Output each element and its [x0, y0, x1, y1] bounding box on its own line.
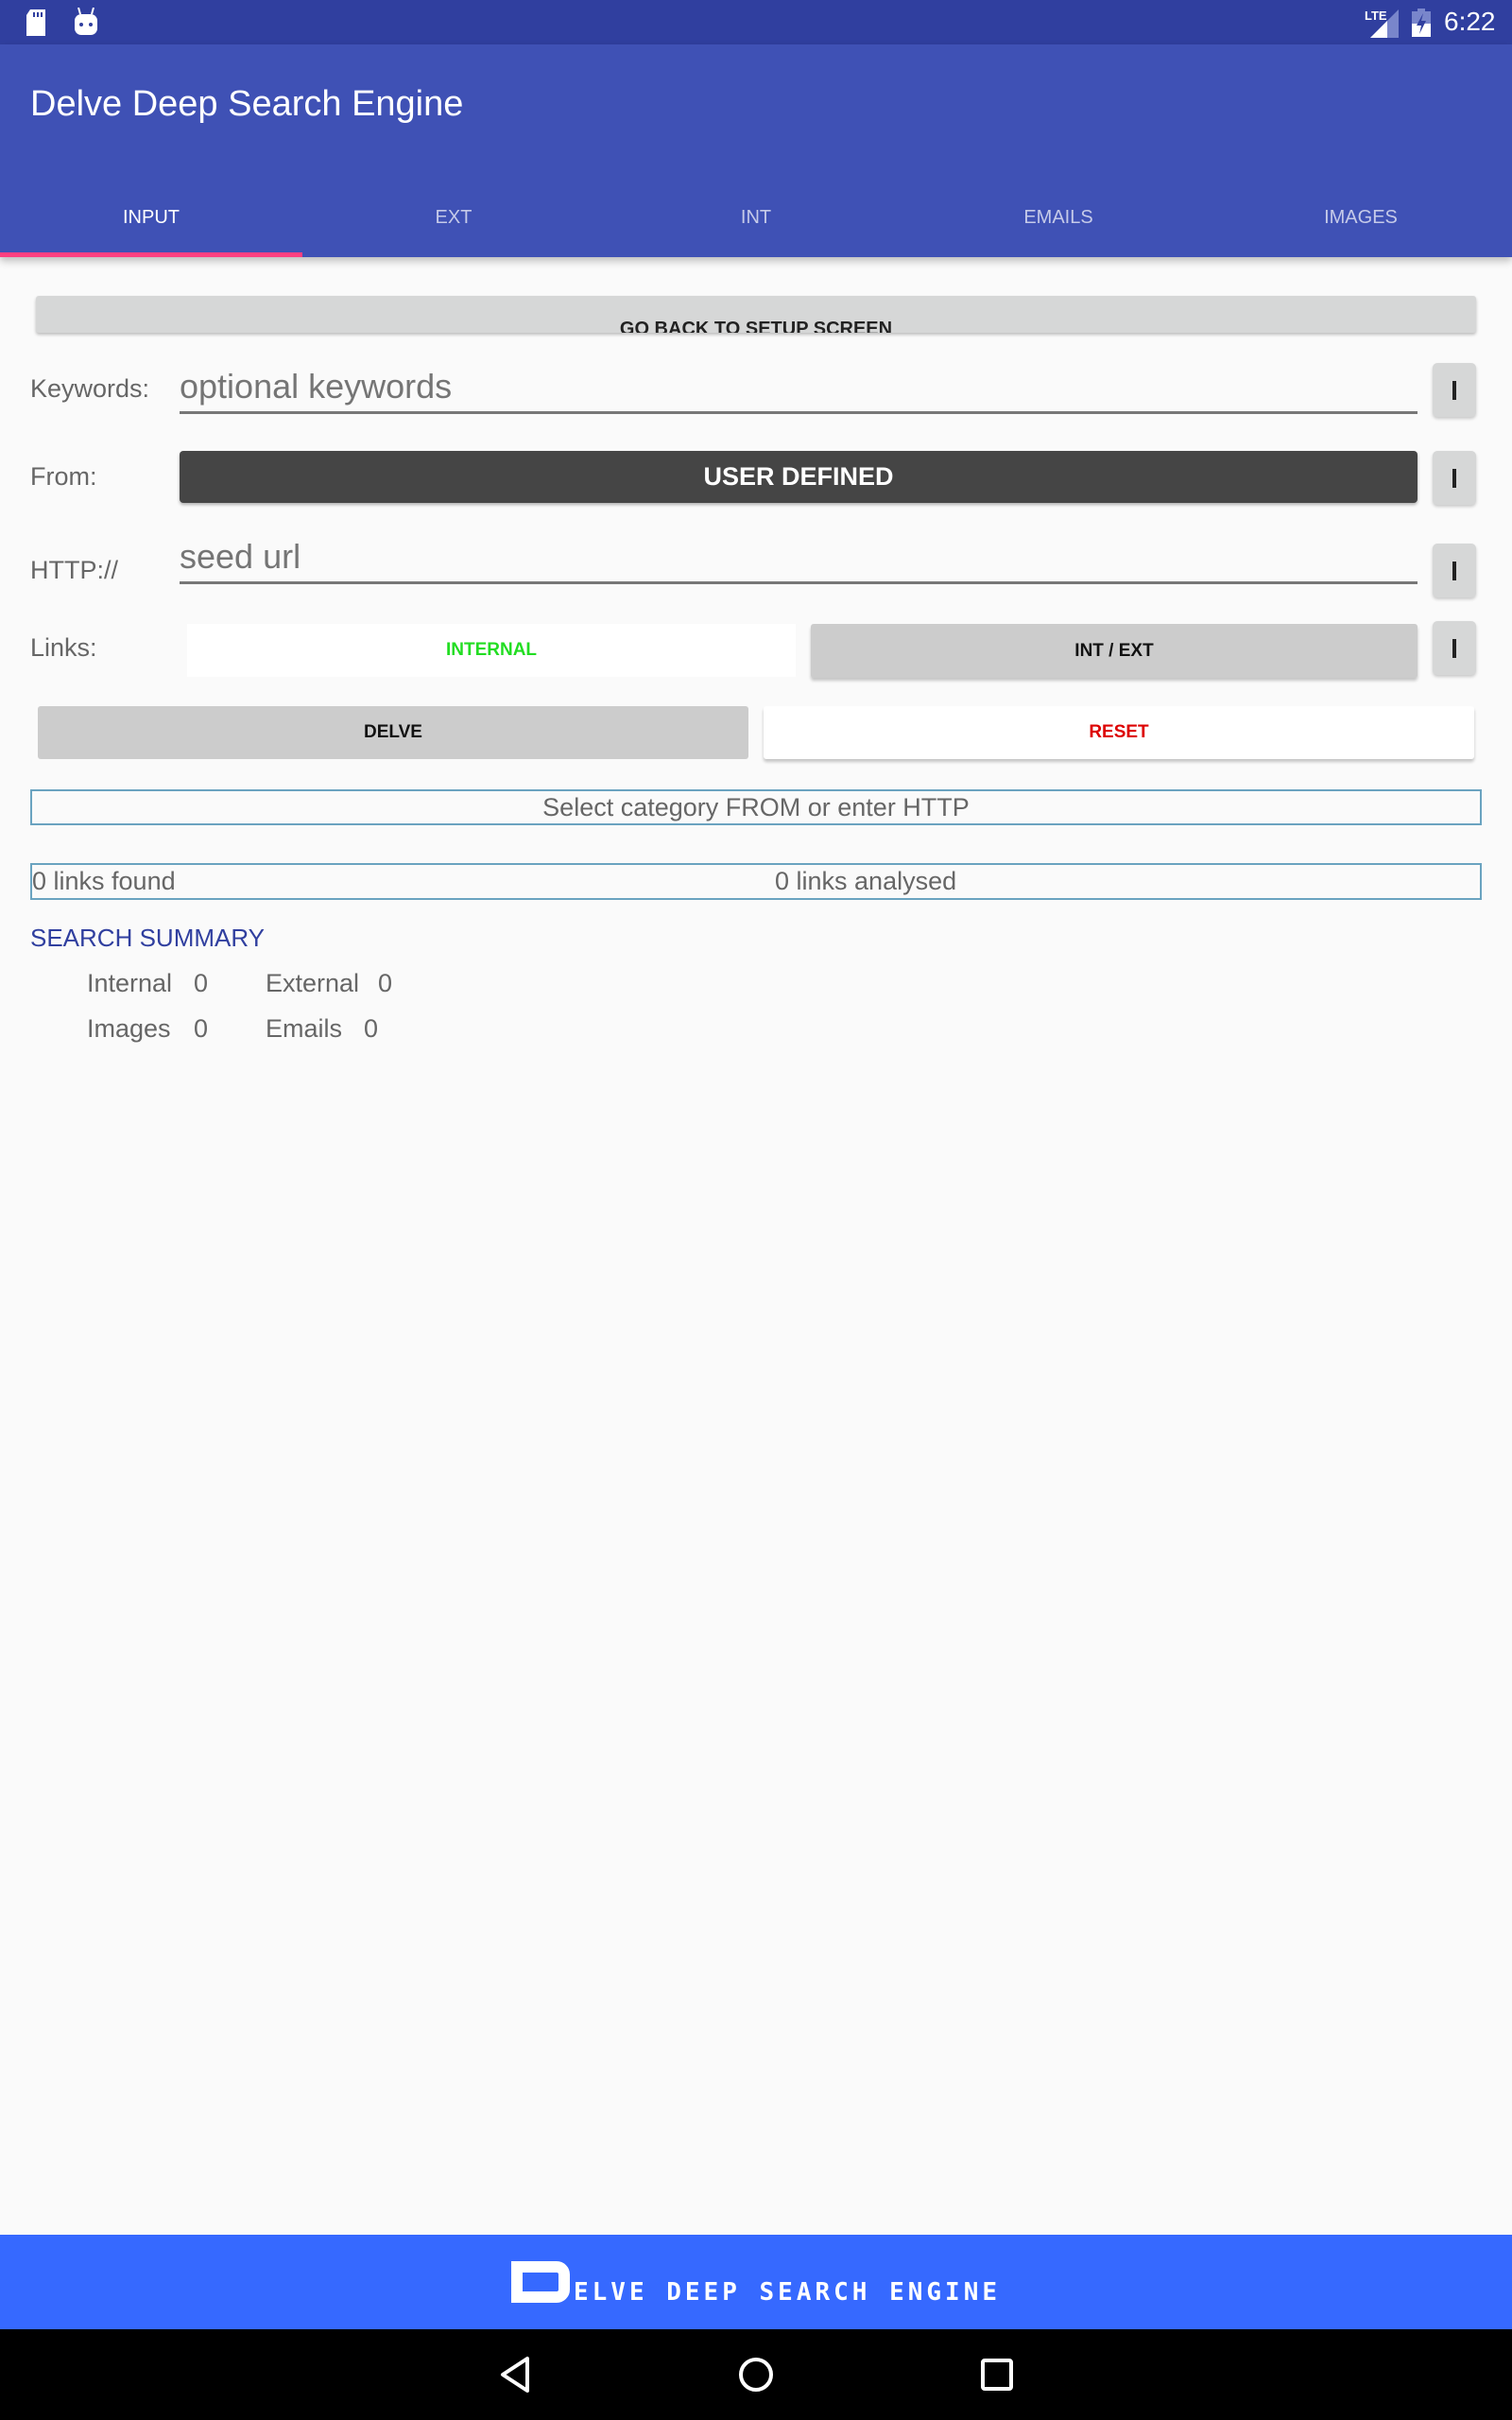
links-int-ext-option[interactable]: INT / EXT — [811, 624, 1418, 678]
tab-ext[interactable]: EXT — [302, 186, 605, 257]
app-bar: Delve Deep Search Engine INPUT EXT INT E… — [0, 44, 1512, 257]
from-label: From: — [30, 462, 97, 491]
tab-emails[interactable]: EMAILS — [907, 186, 1210, 257]
go-back-setup-button[interactable]: GO BACK TO SETUP SCREEN — [36, 296, 1476, 333]
links-internal-option[interactable]: INTERNAL — [187, 624, 796, 677]
from-select-button[interactable]: USER DEFINED — [180, 451, 1418, 503]
status-message-box: Select category FROM or enter HTTP — [30, 789, 1482, 825]
tab-bar: INPUT EXT INT EMAILS IMAGES — [0, 186, 1512, 257]
keywords-input[interactable] — [180, 361, 1418, 414]
back-icon — [501, 2357, 529, 2393]
status-bar: LTE 6:22 — [0, 0, 1512, 44]
logo-d-glyph — [510, 2261, 570, 2303]
summary-internal-value: 0 — [194, 969, 209, 997]
links-label: Links: — [30, 633, 97, 662]
http-info-button[interactable] — [1433, 544, 1476, 597]
system-nav-bar — [0, 2329, 1512, 2420]
summary-external-value: 0 — [378, 969, 393, 997]
links-found-count: 0 links found — [32, 867, 176, 895]
battery-charging-icon — [1412, 9, 1431, 37]
keywords-label: Keywords: — [30, 374, 150, 403]
summary-images-label: Images — [87, 1014, 171, 1043]
summary-images-value: 0 — [194, 1014, 209, 1043]
tab-images[interactable]: IMAGES — [1210, 186, 1512, 257]
reset-button[interactable]: RESET — [764, 706, 1474, 759]
summary-emails-label: Emails — [266, 1014, 343, 1043]
clock: 6:22 — [1444, 7, 1496, 36]
seed-url-input[interactable] — [180, 531, 1418, 584]
android-debug-icon — [75, 8, 97, 35]
keywords-info-button[interactable] — [1433, 363, 1476, 417]
home-icon — [739, 2358, 773, 2392]
from-info-button[interactable] — [1433, 451, 1476, 505]
http-label: HTTP:// — [30, 556, 118, 584]
tab-input[interactable]: INPUT — [0, 186, 302, 257]
summary-external-label: External — [266, 969, 360, 997]
recents-icon — [981, 2359, 1013, 2391]
links-info-button[interactable] — [1433, 621, 1476, 675]
sd-card-icon — [26, 9, 45, 36]
tab-indicator — [0, 252, 302, 257]
nav-back-button[interactable] — [487, 2348, 543, 2401]
info-i-icon — [1452, 561, 1456, 580]
footer-logo-text: ELVE DEEP SEARCH ENGINE — [573, 2278, 1002, 2307]
search-summary-heading: SEARCH SUMMARY — [30, 924, 266, 952]
go-back-setup-label: GO BACK TO SETUP SCREEN — [619, 319, 893, 333]
nav-recents-button[interactable] — [969, 2348, 1025, 2401]
app-title: Delve Deep Search Engine — [30, 84, 464, 124]
summary-emails-value: 0 — [364, 1014, 379, 1043]
signal-icon — [1370, 9, 1399, 38]
footer-logo: ELVE DEEP SEARCH ENGINE — [510, 2261, 1002, 2307]
delve-button[interactable]: DELVE — [38, 706, 748, 759]
links-analysed-count: 0 links analysed — [775, 867, 957, 895]
links-progress-box: 0 links found 0 links analysed — [30, 863, 1482, 900]
nav-home-button[interactable] — [728, 2348, 784, 2401]
info-i-icon — [1452, 380, 1456, 400]
status-message: Select category FROM or enter HTTP — [542, 792, 970, 821]
footer-banner: ELVE DEEP SEARCH ENGINE — [0, 2235, 1512, 2329]
info-i-icon — [1452, 638, 1456, 658]
summary-internal-label: Internal — [87, 969, 173, 997]
tab-int[interactable]: INT — [605, 186, 907, 257]
info-i-icon — [1452, 468, 1456, 488]
